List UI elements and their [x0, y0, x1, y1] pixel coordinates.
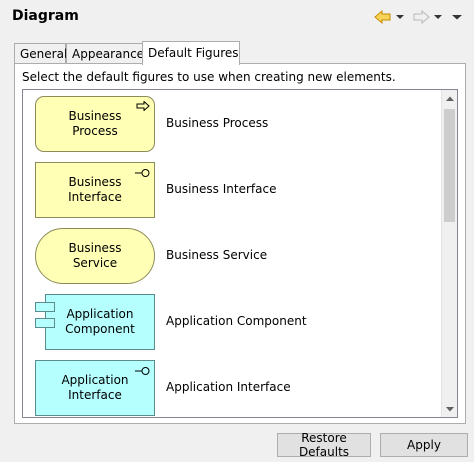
panel-description: Select the default figures to use when c… — [22, 70, 396, 84]
interface-lollipop-icon — [135, 367, 150, 375]
tab-general[interactable]: General — [14, 43, 67, 64]
business-interface-figure[interactable]: Business Interface — [35, 162, 155, 218]
list-item-label: Business Interface — [166, 182, 277, 196]
tab-panel: Select the default figures to use when c… — [14, 63, 466, 424]
business-process-figure[interactable]: Business Process — [35, 96, 155, 152]
chevron-down-icon[interactable] — [396, 9, 404, 25]
list-item-label: Business Service — [166, 248, 268, 262]
process-arrow-icon — [136, 101, 150, 111]
scroll-up-icon[interactable] — [442, 90, 457, 106]
tab-appearance[interactable]: Appearance — [66, 43, 154, 64]
forward-arrow-icon — [412, 9, 430, 25]
business-service-figure[interactable]: Business Service — [35, 228, 155, 284]
back-arrow-icon[interactable] — [374, 9, 392, 25]
view-menu-icon[interactable] — [452, 9, 462, 25]
figure-list[interactable]: Business Process Business Process Busine… — [22, 89, 458, 418]
restore-defaults-button[interactable]: Restore Defaults — [277, 431, 371, 459]
list-item[interactable]: Business Service Business Service — [23, 222, 443, 288]
tab-default-figures[interactable]: Default Figures — [142, 41, 240, 65]
list-item[interactable]: Application Interface Application Interf… — [23, 354, 443, 417]
list-item[interactable]: Application Component Application Compon… — [23, 288, 443, 354]
list-item-label: Business Process — [166, 116, 269, 130]
apply-button[interactable]: Apply — [380, 433, 468, 457]
chevron-down-icon[interactable] — [434, 9, 442, 25]
list-item[interactable]: Business Process Business Process — [23, 90, 443, 156]
figure-text: Application Component — [65, 307, 135, 336]
scroll-down-icon[interactable] — [442, 401, 457, 417]
vertical-scrollbar[interactable] — [441, 90, 457, 417]
preference-header: Diagram — [0, 0, 474, 34]
page-title: Diagram — [12, 8, 79, 24]
figure-text: Business Service — [68, 241, 122, 270]
application-component-figure[interactable]: Application Component — [45, 294, 155, 350]
scrollbar-thumb[interactable] — [444, 109, 455, 222]
application-interface-figure[interactable]: Application Interface — [35, 360, 155, 416]
list-item[interactable]: Business Interface Business Interface — [23, 156, 443, 222]
list-item-label: Application Interface — [166, 380, 291, 394]
interface-lollipop-icon — [135, 169, 150, 177]
list-item-label: Application Component — [166, 314, 307, 328]
